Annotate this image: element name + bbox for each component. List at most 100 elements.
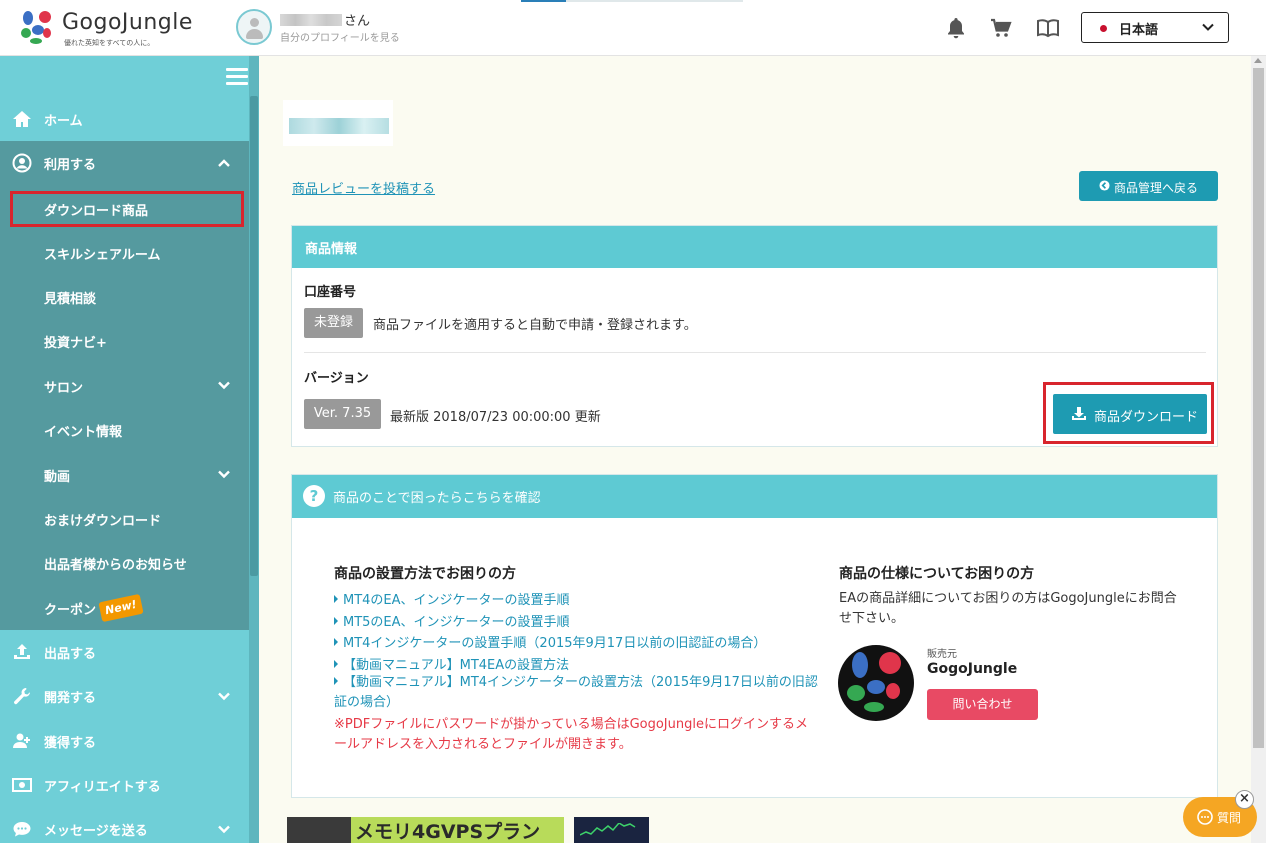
banner-dark-block bbox=[287, 817, 351, 843]
panel-title: 商品情報 bbox=[305, 242, 358, 257]
sidebar-item-use[interactable]: 利用する bbox=[0, 141, 249, 185]
close-icon[interactable]: × bbox=[1235, 790, 1254, 809]
question-icon: ? bbox=[303, 485, 325, 507]
sidebar-item-bonus-download[interactable]: おまけダウンロード bbox=[0, 496, 249, 540]
user-circle-icon bbox=[12, 153, 32, 173]
chart-graphic-icon bbox=[580, 823, 636, 836]
help-link[interactable]: 【動画マニュアル】MT4インジケーターの設置方法（2015年9月17日以前の旧認… bbox=[334, 673, 818, 713]
sidebar-item-salon[interactable]: サロン bbox=[0, 363, 249, 407]
divider bbox=[304, 352, 1206, 353]
seller-name: GogoJungle bbox=[927, 661, 1018, 677]
chart-banner[interactable] bbox=[574, 817, 649, 843]
sidebar-item-seller-news[interactable]: 出品者様からのお知らせ bbox=[0, 540, 249, 584]
sidebar-item-label: 利用する bbox=[44, 158, 97, 173]
spec-help-title: 商品の仕様についてお困りの方 bbox=[839, 566, 1035, 582]
account-number-title: 口座番号 bbox=[304, 285, 357, 300]
version-note: 最新版 2018/07/23 00:00:00 更新 bbox=[390, 410, 601, 425]
upload-icon bbox=[14, 644, 30, 659]
sidebar-item-message[interactable]: メッセージを送る bbox=[0, 807, 249, 843]
help-link[interactable]: 【動画マニュアル】MT4EAの設置方法 bbox=[334, 654, 569, 673]
version-badge: Ver. 7.35 bbox=[304, 399, 381, 429]
pdf-password-note: ※PDFファイルにパスワードが掛かっている場合はGogoJungleにログインす… bbox=[334, 717, 808, 752]
bell-icon[interactable] bbox=[944, 16, 968, 40]
money-icon bbox=[12, 778, 32, 792]
profile-link[interactable]: 自分のプロフィールを見る bbox=[280, 29, 400, 44]
seller-label: 販売元 bbox=[927, 649, 957, 660]
review-link[interactable]: 商品レビューを投稿する bbox=[292, 178, 435, 197]
chevron-down-icon bbox=[218, 692, 230, 701]
chevron-up-icon bbox=[218, 159, 230, 167]
sidebar-item-label: スキルシェアルーム bbox=[44, 248, 161, 263]
user-name: さん bbox=[280, 10, 370, 29]
help-link[interactable]: MT4インジケーターの設置手順（2015年9月17日以前の旧認証の場合） bbox=[334, 632, 766, 651]
sidebar-item-label: 獲得する bbox=[44, 736, 97, 751]
ask-button-label: 質問 bbox=[1217, 811, 1242, 825]
logo-text: GogoJungle bbox=[62, 10, 193, 35]
version-title: バージョン bbox=[304, 371, 369, 386]
page-scrollbar[interactable] bbox=[1251, 56, 1266, 843]
logo[interactable]: GogoJungle 優れた英知をすべての人に。 bbox=[18, 8, 208, 48]
cart-icon[interactable] bbox=[989, 16, 1013, 40]
gogojungle-logo-icon bbox=[847, 652, 901, 712]
sidebar-item-label: おまけダウンロード bbox=[44, 514, 162, 529]
sidebar-item-quote[interactable]: 見積相談 bbox=[0, 274, 249, 318]
sidebar-item-investnavi[interactable]: 投資ナビ+ bbox=[0, 318, 249, 362]
chevron-down-icon bbox=[218, 381, 230, 390]
sidebar-item-label: アフィリエイトする bbox=[44, 780, 161, 795]
banner-text: メモリ4GVPSプラン bbox=[355, 821, 541, 843]
book-icon[interactable] bbox=[1036, 16, 1060, 40]
hamburger-menu-icon[interactable] bbox=[226, 68, 248, 86]
chevron-down-icon bbox=[1202, 23, 1214, 31]
setup-help-title: 商品の設置方法でお困りの方 bbox=[334, 566, 516, 582]
back-to-management-button[interactable]: 商品管理へ戻る bbox=[1079, 171, 1218, 201]
add-user-icon bbox=[13, 733, 30, 748]
sidebar-item-skillshare[interactable]: スキルシェアルーム bbox=[0, 230, 249, 274]
sidebar-item-label: サロン bbox=[44, 381, 84, 396]
japan-flag-icon bbox=[1100, 25, 1107, 32]
spec-help-description: EAの商品詳細についてお困りの方はGogoJungleにお問合せ下さい。 bbox=[839, 591, 1177, 626]
vps-banner[interactable]: メモリ4GVPSプラン bbox=[287, 817, 564, 843]
sidebar-item-label: 動画 bbox=[44, 470, 71, 485]
sidebar-scrollbar[interactable] bbox=[249, 56, 259, 843]
sidebar-item-label: 出品者様からのお知らせ bbox=[44, 558, 187, 573]
sidebar-item-sell[interactable]: 出品する bbox=[0, 630, 249, 674]
user-profile[interactable]: さん 自分のプロフィールを見る bbox=[236, 9, 436, 47]
status-badge: 未登録 bbox=[304, 308, 363, 338]
avatar[interactable] bbox=[236, 9, 272, 45]
sidebar-item-videos[interactable]: 動画 bbox=[0, 452, 249, 496]
language-select[interactable]: 日本語 bbox=[1081, 12, 1229, 43]
help-link[interactable]: MT5のEA、インジケーターの設置手順 bbox=[334, 611, 570, 630]
back-button-label: 商品管理へ戻る bbox=[1114, 181, 1199, 195]
chat-bubble-icon bbox=[1197, 809, 1213, 825]
sidebar-item-label: クーポン bbox=[44, 603, 97, 618]
sidebar-item-label: 見積相談 bbox=[44, 292, 97, 307]
wrench-icon bbox=[14, 688, 30, 705]
sidebar-item-label: ホーム bbox=[44, 114, 83, 129]
sidebar-item-label: 出品する bbox=[44, 647, 97, 662]
chevron-down-icon bbox=[218, 470, 230, 479]
highlight-box bbox=[1043, 382, 1214, 444]
help-link[interactable]: MT4のEA、インジケーターの設置手順 bbox=[334, 589, 570, 608]
chevron-left-circle-icon bbox=[1099, 180, 1110, 191]
sidebar-item-label: 開発する bbox=[44, 691, 97, 706]
header: GogoJungle 優れた英知をすべての人に。 さん 自分のプロフィールを見る… bbox=[0, 0, 1266, 56]
chat-icon bbox=[13, 822, 31, 837]
seller-logo[interactable] bbox=[838, 645, 914, 721]
blurred-username bbox=[280, 14, 342, 26]
tab-indicator bbox=[521, 0, 743, 2]
page-title-blurred bbox=[283, 100, 393, 146]
highlight-box bbox=[10, 191, 244, 227]
panel-header: 商品情報 bbox=[292, 226, 1217, 268]
sidebar-item-home[interactable]: ホーム bbox=[0, 97, 249, 141]
logo-tagline: 優れた英知をすべての人に。 bbox=[64, 39, 155, 47]
sidebar-item-events[interactable]: イベント情報 bbox=[0, 407, 249, 451]
chevron-down-icon bbox=[218, 825, 230, 834]
contact-button[interactable]: 問い合わせ bbox=[927, 689, 1038, 720]
sidebar-item-label: イベント情報 bbox=[44, 425, 123, 440]
sidebar-item-acquire[interactable]: 獲得する bbox=[0, 719, 249, 763]
sidebar-item-develop[interactable]: 開発する bbox=[0, 674, 249, 718]
sidebar-item-affiliate[interactable]: アフィリエイトする bbox=[0, 763, 249, 807]
language-label: 日本語 bbox=[1119, 23, 1159, 38]
panel-header: ? 商品のことで困ったらこちらを確認 bbox=[292, 475, 1217, 518]
account-note: 商品ファイルを適用すると自動で申請・登録されます。 bbox=[373, 318, 697, 333]
